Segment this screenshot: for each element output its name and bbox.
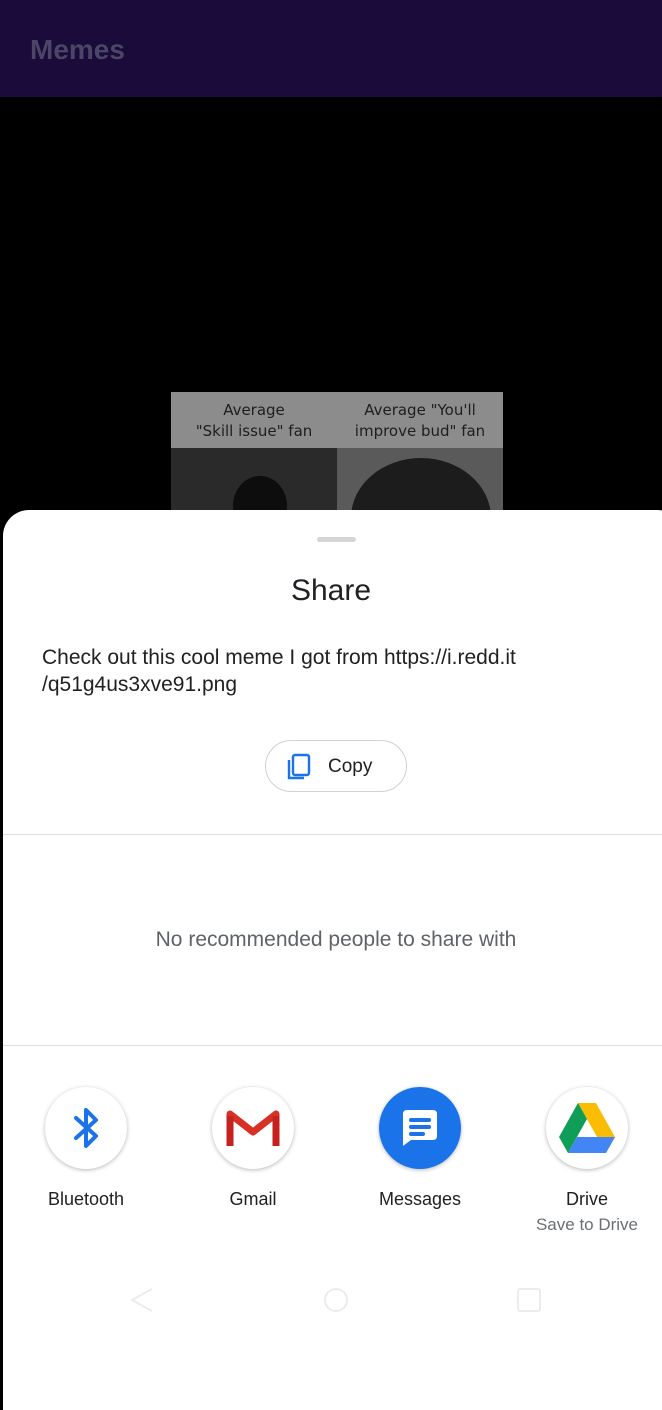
- share-target-sublabel: Save to Drive: [535, 1215, 639, 1234]
- share-target-label: Bluetooth: [47, 1189, 125, 1209]
- app-bar: Memes: [0, 0, 662, 97]
- meme-caption-left: Average "Skill issue" fan: [171, 392, 337, 448]
- home-nav-icon[interactable]: [322, 1286, 350, 1314]
- share-target-messages[interactable]: Messages: [337, 1087, 503, 1210]
- messages-icon: [379, 1087, 461, 1169]
- bluetooth-icon: [45, 1087, 127, 1169]
- recents-nav-icon[interactable]: [515, 1286, 543, 1314]
- share-target-label: Gmail: [229, 1189, 277, 1209]
- copy-label: Copy: [328, 756, 373, 777]
- divider-top: [3, 834, 662, 835]
- sheet-drag-handle[interactable]: [317, 537, 356, 542]
- divider-bottom: [3, 1045, 662, 1046]
- app-title: Memes: [30, 34, 125, 65]
- share-target-drive[interactable]: Drive Save to Drive: [504, 1087, 662, 1236]
- share-target-bluetooth[interactable]: Bluetooth: [3, 1087, 169, 1210]
- share-preview-text: Check out this cool meme I got from http…: [42, 646, 516, 696]
- drive-icon: [546, 1087, 628, 1169]
- gmail-icon: [212, 1087, 294, 1169]
- share-target-label: Messages: [378, 1189, 462, 1209]
- back-nav-icon[interactable]: [128, 1286, 156, 1314]
- share-target-gmail[interactable]: Gmail: [170, 1087, 336, 1210]
- share-title: Share: [290, 574, 372, 607]
- copy-button[interactable]: Copy: [265, 740, 407, 792]
- meme-caption-right: Average "You'll improve bud" fan: [337, 392, 503, 448]
- copy-icon: [287, 753, 311, 780]
- no-recommended-people-message: No recommended people to share with: [155, 928, 517, 951]
- share-target-label: Drive: [565, 1189, 608, 1209]
